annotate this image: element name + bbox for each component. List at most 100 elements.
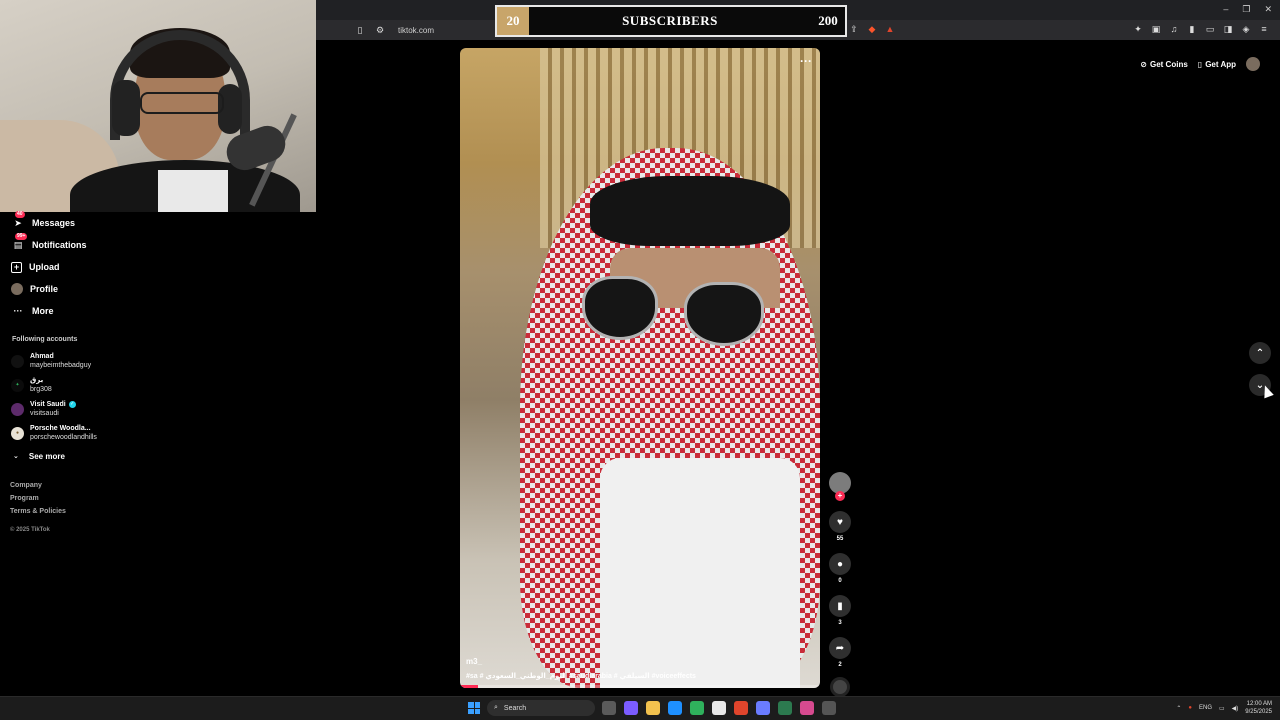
follow-plus-icon[interactable]: + bbox=[835, 491, 845, 501]
maximize-button[interactable]: ❐ bbox=[1242, 4, 1250, 15]
following-account-ahmad[interactable]: Ahmad maybeimthebadguy bbox=[0, 349, 150, 373]
taskbar-apps bbox=[602, 701, 836, 715]
vpn-icon[interactable]: ◨ bbox=[1222, 23, 1234, 35]
upload-icon: + bbox=[11, 261, 22, 273]
notifications-icon: ▤ 99+ bbox=[13, 233, 28, 250]
sidebar-item-upload[interactable]: + Upload bbox=[0, 256, 150, 278]
start-button[interactable] bbox=[468, 702, 480, 714]
taskbar-app-icon[interactable] bbox=[712, 701, 726, 715]
taskbar-app-icon[interactable] bbox=[690, 701, 704, 715]
taskbar-app-icon[interactable] bbox=[800, 701, 814, 715]
shield-icon[interactable]: ◈ bbox=[1240, 23, 1252, 35]
copyright: © 2025 TikTok bbox=[10, 527, 50, 533]
wallet-icon[interactable]: ▭ bbox=[1204, 23, 1216, 35]
clock-date: 9/25/2025 bbox=[1245, 709, 1272, 715]
account-handle: brg308 bbox=[30, 386, 52, 393]
url-field[interactable]: tiktok.com bbox=[398, 26, 434, 35]
taskbar-app-icon[interactable] bbox=[646, 701, 660, 715]
more-icon: ··· bbox=[13, 306, 23, 316]
share-button[interactable]: ➦ bbox=[829, 637, 851, 659]
white-thobe bbox=[600, 458, 800, 688]
taskbar-app-icon[interactable] bbox=[756, 701, 770, 715]
following-account-visitsaudi[interactable]: Visit Saudi ✓ visitsaudi bbox=[0, 397, 150, 421]
comment-icon: ● bbox=[836, 558, 844, 570]
following-account-porsche[interactable]: ● Porsche Woodla... porschewoodlandhills bbox=[0, 421, 150, 445]
taskbar-app-icon[interactable] bbox=[822, 701, 836, 715]
volume-icon[interactable]: ◀) bbox=[1232, 705, 1239, 712]
avatar bbox=[11, 354, 24, 368]
sidebar-item-messages[interactable]: ➤ 40 Messages bbox=[0, 211, 150, 234]
menu-icon[interactable]: ≡ bbox=[1258, 23, 1270, 35]
get-app-button[interactable]: ▯ Get App bbox=[1198, 60, 1236, 69]
avatar: ● bbox=[11, 426, 24, 440]
account-handle: maybeimthebadguy bbox=[30, 362, 92, 369]
sidebar-item-label: Profile bbox=[30, 284, 59, 294]
comment-button[interactable]: ● bbox=[829, 553, 851, 575]
heart-icon: ♥ bbox=[837, 516, 843, 528]
glasses bbox=[140, 92, 224, 114]
get-coins-button[interactable]: ⊘ Get Coins bbox=[1140, 60, 1187, 69]
mouse-cursor-icon bbox=[1260, 383, 1274, 399]
following-accounts-title: Following accounts bbox=[12, 336, 78, 343]
footer-program-link[interactable]: Program bbox=[10, 492, 150, 505]
footer-company-link[interactable]: Company bbox=[10, 479, 150, 492]
video-hashtags[interactable]: #sa # اليوم_الوطني_السعودي #saudiarabia … bbox=[466, 672, 696, 680]
avatar: ✦ bbox=[11, 378, 24, 392]
creator-avatar[interactable]: + bbox=[829, 472, 851, 501]
screenshot-icon[interactable]: ▣ bbox=[1150, 23, 1162, 35]
sidebar-icon[interactable]: ▮ bbox=[1186, 23, 1198, 35]
more-options-icon[interactable]: ··· bbox=[800, 54, 812, 68]
window-controls: – ❐ ✕ bbox=[1223, 4, 1272, 15]
verified-icon: ✓ bbox=[68, 400, 76, 408]
sidebar-item-label: More bbox=[32, 306, 54, 316]
video-progress[interactable] bbox=[460, 685, 820, 688]
site-info-icon[interactable]: ⚙ bbox=[374, 24, 386, 36]
see-more-label: See more bbox=[28, 451, 65, 461]
video-player[interactable]: ··· m3_ #sa # اليوم_الوطني_السعودي #saud… bbox=[460, 48, 820, 688]
shirt-collar bbox=[158, 170, 228, 212]
save-button[interactable]: ▮ bbox=[829, 595, 851, 617]
bookmark-icon[interactable]: ▯ bbox=[354, 24, 366, 36]
previous-video-button[interactable]: ⌃ bbox=[1249, 342, 1271, 364]
account-handle: visitsaudi bbox=[30, 410, 59, 417]
like-button[interactable]: ♥ bbox=[829, 511, 851, 533]
profile-avatar[interactable] bbox=[1246, 57, 1260, 71]
taskbar-app-icon[interactable] bbox=[778, 701, 792, 715]
profile-avatar-icon bbox=[11, 283, 23, 295]
taskbar-app-icon[interactable] bbox=[624, 701, 638, 715]
brave-shield-icon[interactable]: ◆ bbox=[866, 23, 878, 35]
webcam-feed bbox=[0, 0, 316, 212]
system-tray: ⌃ ● ENG ▭ ◀) 12:00 AM 9/25/2025 bbox=[1176, 700, 1272, 716]
sidebar-item-profile[interactable]: Profile bbox=[0, 278, 150, 300]
taskbar-app-icon[interactable] bbox=[668, 701, 682, 715]
following-account-barq[interactable]: ✦ برق brg308 bbox=[0, 373, 150, 397]
sidebar-item-more[interactable]: ··· More bbox=[0, 300, 150, 322]
see-more-button[interactable]: ⌄ See more bbox=[0, 445, 150, 467]
account-name: برق bbox=[30, 377, 44, 384]
phone-icon: ▯ bbox=[1197, 59, 1203, 69]
tray-chevron-icon[interactable]: ⌃ bbox=[1176, 705, 1181, 712]
subscriber-current: 20 bbox=[497, 7, 529, 35]
language-indicator[interactable]: ENG bbox=[1199, 705, 1212, 711]
video-progress-fill bbox=[460, 685, 478, 688]
taskbar-search[interactable]: ⌕ Search bbox=[487, 700, 595, 716]
video-author[interactable]: m3_ bbox=[466, 657, 482, 666]
sidebar: ➤ 40 Messages ▤ 99+ Notifications + Upload… bbox=[0, 211, 150, 536]
music-disc-icon[interactable] bbox=[830, 677, 850, 697]
account-name: Ahmad bbox=[30, 353, 54, 360]
minimize-button[interactable]: – bbox=[1223, 4, 1228, 15]
share-icon[interactable]: ⇪ bbox=[848, 23, 860, 35]
extensions-icon[interactable]: ✦ bbox=[1132, 23, 1144, 35]
taskbar-search-label: Search bbox=[503, 704, 527, 712]
close-button[interactable]: ✕ bbox=[1264, 4, 1272, 15]
clock[interactable]: 12:00 AM 9/25/2025 bbox=[1245, 700, 1272, 716]
music-icon[interactable]: ♫ bbox=[1168, 23, 1180, 35]
taskbar-app-icon[interactable] bbox=[602, 701, 616, 715]
taskbar-app-icon[interactable] bbox=[734, 701, 748, 715]
sidebar-item-notifications[interactable]: ▤ 99+ Notifications bbox=[0, 233, 150, 256]
account-name: Porsche Woodla... bbox=[30, 425, 91, 432]
footer-terms-link[interactable]: Terms & Policies bbox=[10, 505, 150, 518]
network-icon[interactable]: ▭ bbox=[1219, 705, 1225, 712]
mic-icon[interactable]: ● bbox=[1188, 705, 1192, 711]
rewards-icon[interactable]: ▲ bbox=[884, 23, 896, 35]
